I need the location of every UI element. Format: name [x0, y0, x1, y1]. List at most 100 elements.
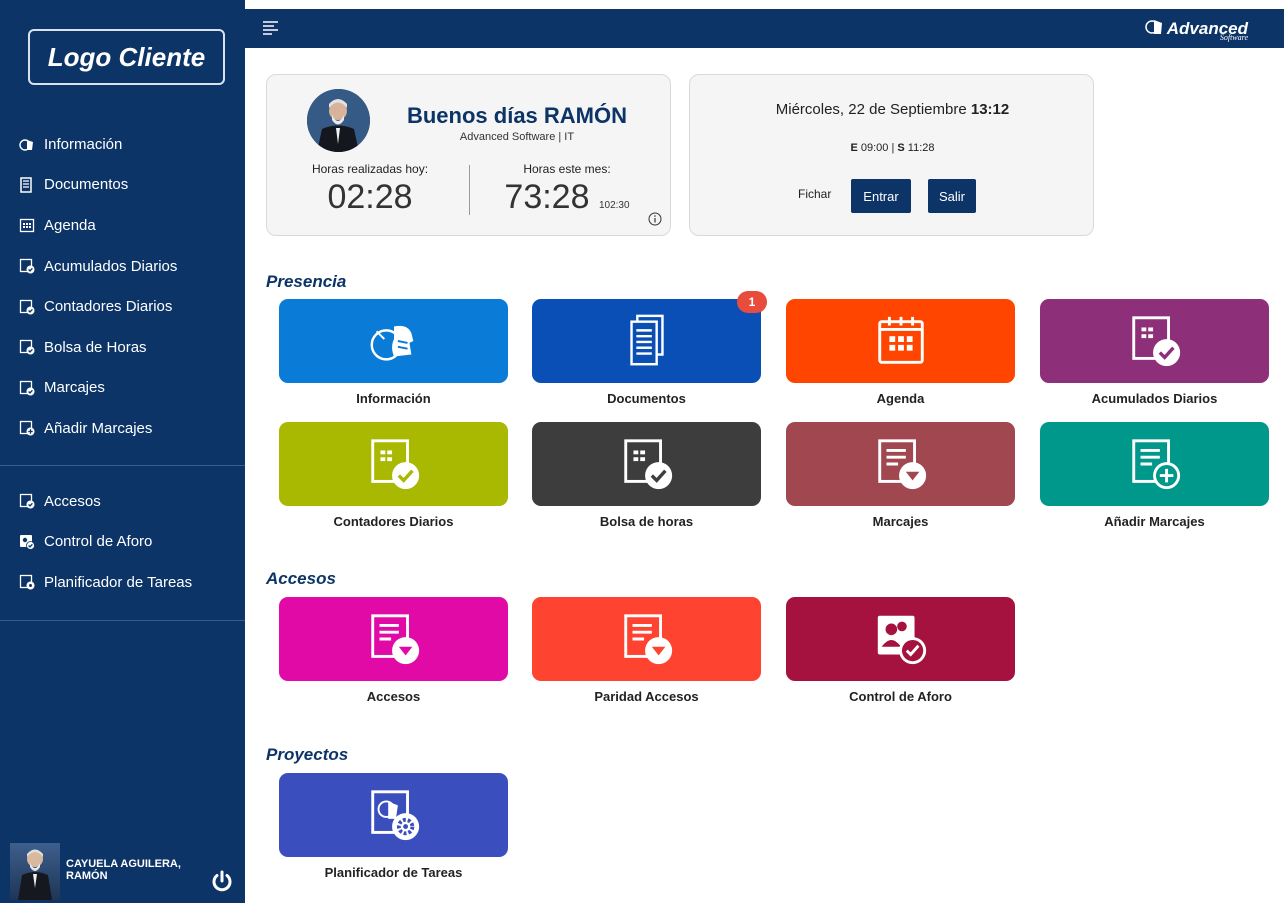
tile-accesos[interactable]	[279, 597, 508, 681]
sidebar-item-label: Contadores Diarios	[44, 298, 173, 316]
user-name-line1: CAYUELA AGUILERA,	[66, 858, 181, 870]
tile-label-anadir-marcajes: Añadir Marcajes	[1104, 514, 1205, 529]
calendar-check-icon	[1131, 316, 1180, 367]
profile-photo	[307, 89, 370, 152]
tile-label-acumulados-diarios: Acumulados Diarios	[1091, 391, 1218, 406]
hours-month-worked: 73:28	[504, 178, 590, 216]
hours-month-value: 73:28 102:30	[472, 178, 662, 217]
tile-label-marcajes: Marcajes	[872, 514, 929, 529]
sidebar-item-label: Control de Aforo	[44, 533, 153, 551]
entrar-button[interactable]: Entrar	[851, 179, 911, 213]
info-icon[interactable]	[648, 212, 662, 226]
advanced-software-logo: Advanced Software	[1144, 13, 1248, 43]
tile-contadores-diarios[interactable]	[279, 422, 508, 506]
sidebar-nav-presencia: Información Documentos Agenda Acumulados…	[0, 124, 245, 449]
current-date: Miércoles, 22 de Septiembre	[775, 101, 967, 118]
document-icon	[19, 177, 35, 193]
sidebar-item-informacion[interactable]: Información	[0, 124, 245, 165]
sidebar-item-accesos[interactable]: Accesos	[0, 481, 245, 522]
power-icon[interactable]	[210, 869, 234, 893]
brand-sub: Software	[1219, 33, 1248, 42]
tile-anadir-marcajes[interactable]	[1040, 422, 1269, 506]
exit-label: S	[897, 142, 905, 154]
calendar-check-icon	[19, 493, 35, 509]
tile-planificador-de-tareas[interactable]	[279, 773, 508, 857]
sidebar-item-acumulados-diarios[interactable]: Acumulados Diarios	[0, 246, 245, 287]
greeting: Buenos días RAMÓN	[406, 103, 628, 128]
calendar-icon	[19, 217, 35, 233]
tile-label-paridad-accesos: Paridad Accesos	[594, 689, 699, 704]
menu-icon[interactable]	[263, 21, 278, 35]
hours-month-label: Horas este mes:	[523, 162, 611, 176]
hours-today-value: 02:28	[327, 178, 413, 216]
calendar-dropdown-icon	[623, 614, 672, 665]
welcome-card: Buenos días RAMÓN Advanced Software | IT…	[266, 74, 671, 236]
calendar-dropdown-icon	[370, 614, 419, 665]
calendar-plus-icon	[19, 420, 35, 436]
calendar-check-icon	[19, 380, 35, 396]
sidebar-item-label: Accesos	[44, 492, 101, 510]
tile-paridad-accesos[interactable]	[532, 597, 761, 681]
tile-label-planificador-de-tareas: Planificador de Tareas	[324, 865, 463, 880]
task-gear-icon	[370, 790, 419, 841]
calendar-check-icon	[19, 258, 35, 274]
tile-documentos[interactable]	[532, 299, 761, 383]
tile-label-contadores-diarios: Contadores Diarios	[333, 514, 454, 529]
section-title-accesos: Accesos	[266, 569, 336, 588]
tile-label-bolsa-de-horas: Bolsa de horas	[599, 514, 694, 529]
company-department: Advanced Software | IT	[459, 131, 575, 143]
calendar-icon	[877, 316, 924, 364]
sidebar-item-planificador-de-tareas[interactable]: Planificador de Tareas	[0, 562, 245, 603]
sidebar-item-documentos[interactable]: Documentos	[0, 165, 245, 206]
sidebar-item-label: Planificador de Tareas	[44, 573, 193, 591]
tile-informacion[interactable]	[279, 299, 508, 383]
tile-agenda[interactable]	[786, 299, 1015, 383]
exit-time: 11:28	[907, 142, 935, 154]
people-check-icon	[19, 534, 35, 550]
fichar-label: Fichar	[798, 187, 832, 201]
sidebar-item-contadores-diarios[interactable]: Contadores Diarios	[0, 286, 245, 327]
tile-label-accesos: Accesos	[366, 689, 421, 704]
hours-today-label: Horas realizadas hoy:	[311, 162, 429, 176]
sidebar-item-label: Documentos	[44, 176, 129, 194]
user-box: CAYUELA AGUILERA, RAMÓN	[10, 843, 235, 900]
tile-acumulados-diarios[interactable]	[1040, 299, 1269, 383]
calendar-dropdown-icon	[877, 439, 926, 490]
section-title-proyectos: Proyectos	[266, 745, 349, 764]
tile-control-de-aforo[interactable]	[786, 597, 1015, 681]
sidebar-item-label: Agenda	[44, 216, 96, 234]
salir-button[interactable]: Salir	[928, 179, 976, 213]
tile-marcajes[interactable]	[786, 422, 1015, 506]
sidebar-item-bolsa-de-horas[interactable]: Bolsa de Horas	[0, 327, 245, 368]
advanced-logo-icon	[19, 136, 35, 152]
user-name-line2: RAMÓN	[66, 870, 108, 882]
tile-label-informacion: Información	[356, 391, 431, 406]
sidebar-item-label: Marcajes	[44, 379, 105, 397]
task-gear-icon	[19, 574, 35, 590]
documents-icon	[629, 314, 664, 366]
tile-label-control-de-aforo: Control de Aforo	[849, 689, 952, 704]
user-avatar[interactable]	[10, 843, 60, 900]
current-time: 13:12	[970, 101, 1010, 118]
advanced-logo-icon	[1144, 16, 1164, 41]
calendar-check-icon	[19, 299, 35, 315]
sidebar-item-marcajes[interactable]: Marcajes	[0, 368, 245, 409]
sidebar-item-anadir-marcajes[interactable]: Añadir Marcajes	[0, 408, 245, 449]
section-title-presencia: Presencia	[266, 272, 347, 291]
sidebar-divider	[0, 620, 245, 621]
top-bar: Advanced Software	[245, 9, 1284, 48]
sidebar-item-label: Añadir Marcajes	[44, 419, 153, 437]
sidebar-item-label: Información	[44, 135, 123, 153]
tile-label-documentos: Documentos	[607, 391, 686, 406]
current-date-time: Miércoles, 22 de Septiembre 13:12	[690, 101, 1095, 118]
user-name: CAYUELA AGUILERA, RAMÓN	[66, 858, 196, 882]
tile-bolsa-de-horas[interactable]	[532, 422, 761, 506]
sidebar-item-agenda[interactable]: Agenda	[0, 205, 245, 246]
sidebar: Logo Cliente Información Documentos Agen…	[0, 0, 245, 903]
tile-label-agenda: Agenda	[876, 391, 925, 406]
people-check-icon	[877, 615, 926, 665]
sidebar-item-control-de-aforo[interactable]: Control de Aforo	[0, 522, 245, 563]
clock-card: Miércoles, 22 de Septiembre 13:12 E 09:0…	[689, 74, 1094, 236]
calendar-check-icon	[19, 339, 35, 355]
hours-divider	[469, 165, 470, 215]
